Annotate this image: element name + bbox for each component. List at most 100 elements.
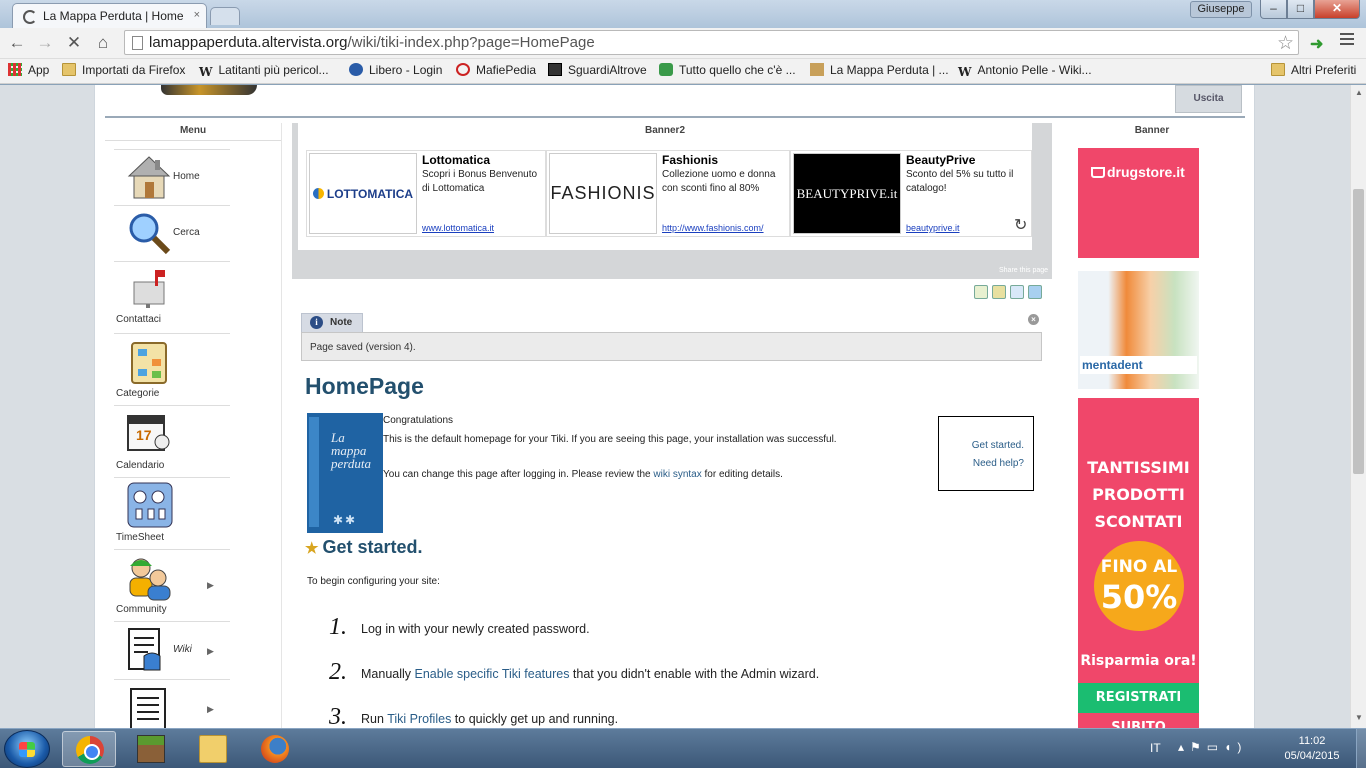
need-help-link[interactable]: Need help?	[939, 455, 1024, 473]
menu-item-timesheet[interactable]: TimeSheet	[114, 477, 230, 549]
get-started-link[interactable]: Get started.	[939, 437, 1024, 455]
stop-button[interactable]: ✕	[63, 32, 85, 54]
tiki-profiles-link[interactable]: Tiki Profiles	[387, 712, 451, 726]
page-scrollbar[interactable]: ▲ ▼	[1350, 85, 1366, 728]
bookmark-tutto-quello[interactable]: Tutto quello che c'è ...	[659, 63, 796, 77]
chrome-menu-icon[interactable]	[1340, 33, 1354, 45]
ad-title[interactable]: Lottomatica	[422, 153, 490, 167]
mentadent-label: mentadent	[1080, 356, 1197, 374]
ad-lottomatica[interactable]: LOTTOMATICA Lottomatica Scopri i Bonus B…	[306, 150, 546, 237]
bookmark-star-icon[interactable]: ☆	[1277, 32, 1294, 55]
tab-la-mappa-perduta[interactable]: La Mappa Perduta | Home ×	[12, 3, 207, 28]
promo-cta[interactable]: Risparmia ora!	[1078, 653, 1199, 669]
beautyprive-logo[interactable]: BEAUTYPRIVE.it	[793, 153, 901, 234]
bookmark-altri-preferiti[interactable]: Altri Preferiti	[1271, 63, 1356, 77]
back-button[interactable]: ←	[6, 32, 28, 54]
menu-item-wiki[interactable]: Wiki ▶	[114, 621, 230, 679]
site-logo[interactable]	[161, 85, 257, 95]
drugstore-ad[interactable]: drugstore.it	[1078, 148, 1199, 258]
profile-badge[interactable]: Giuseppe	[1190, 1, 1252, 18]
menu-item-contattaci[interactable]: Contattaci	[114, 261, 230, 333]
submenu-arrow-icon[interactable]: ▶	[207, 646, 214, 657]
extension-icon[interactable]: ➜	[1310, 34, 1323, 54]
share-page-link[interactable]: Share this page	[999, 267, 1048, 274]
home-button[interactable]: ⌂	[92, 32, 114, 54]
menu-item-community[interactable]: Community ▶	[114, 549, 230, 621]
menu-item-calendario[interactable]: 17 Calendario	[114, 405, 230, 477]
promo-headline: TANTISSIMI PRODOTTI SCONTATI	[1087, 458, 1190, 531]
minimize-button[interactable]: –	[1260, 0, 1287, 19]
tab-close-icon[interactable]: ×	[194, 9, 200, 21]
print-icon[interactable]	[1028, 285, 1042, 299]
tray-icons[interactable]: ▴⚑▭◖)	[1178, 740, 1247, 754]
new-tab-button[interactable]	[210, 7, 240, 25]
submenu-arrow-icon[interactable]: ▶	[207, 580, 214, 591]
ad-title[interactable]: Fashionis	[662, 153, 718, 167]
taskbar-chrome[interactable]	[62, 731, 116, 767]
structure-icon[interactable]	[992, 285, 1006, 299]
bookmark-la-mappa-perduta[interactable]: La Mappa Perduta | ...	[810, 63, 949, 77]
taskbar-minecraft[interactable]	[124, 731, 178, 767]
ad-link[interactable]: http://www.fashionis.com/	[662, 223, 764, 233]
fashionis-logo[interactable]: FASHIONIS	[549, 153, 657, 234]
menu-item-categorie[interactable]: Categorie	[114, 333, 230, 405]
lottomatica-logo[interactable]: LOTTOMATICA	[309, 153, 417, 234]
timesheet-icon	[127, 482, 173, 528]
enable-features-link[interactable]: Enable specific Tiki features	[415, 667, 570, 681]
edit-icon[interactable]	[974, 285, 988, 299]
loading-spinner-icon	[23, 10, 37, 24]
chrome-icon	[76, 736, 104, 764]
bookmark-antonio-pelle[interactable]: W Antonio Pelle - Wiki...	[958, 63, 1092, 79]
address-bar[interactable]: lamappaperduta.altervista.org/wiki/tiki-…	[124, 30, 1299, 55]
mailbox-icon	[133, 270, 165, 308]
promo-ad[interactable]: TANTISSIMI PRODOTTI SCONTATI FINO AL 50%…	[1078, 398, 1199, 728]
wiki-syntax-link[interactable]: wiki syntax	[653, 469, 701, 480]
refresh-icon[interactable]: ↻	[1014, 215, 1027, 235]
ad-description: Collezione uomo e donna con sconti fino …	[662, 169, 776, 194]
maximize-button[interactable]: □	[1287, 0, 1314, 19]
system-clock[interactable]: 11:02 05/04/2015	[1283, 734, 1341, 764]
ad-link[interactable]: www.lottomatica.it	[422, 223, 494, 233]
submenu-arrow-icon[interactable]: ▶	[207, 704, 214, 715]
bookmarks-bar: App Importati da Firefox W Latitanti più …	[0, 59, 1366, 84]
mafiepedia-icon	[456, 63, 470, 76]
banner2-title: Banner2	[644, 125, 685, 136]
taskbar-firefox[interactable]	[248, 731, 302, 767]
menu-item-cerca[interactable]: Cerca	[114, 205, 230, 261]
url-domain: lamappaperduta.altervista.org	[149, 34, 348, 51]
bookmark-libero[interactable]: Libero - Login	[349, 63, 442, 77]
bookmark-mafiepedia[interactable]: MafiePedia	[456, 63, 536, 77]
menu-item-home[interactable]: Home	[114, 149, 230, 205]
start-button[interactable]	[4, 730, 50, 768]
scroll-down-icon[interactable]: ▼	[1355, 713, 1363, 722]
document-list-icon	[130, 688, 166, 728]
close-note-icon[interactable]: ×	[1028, 314, 1039, 325]
menu-item-documents[interactable]: ▶	[114, 679, 230, 728]
register-button[interactable]: REGISTRATI SUBITO	[1078, 683, 1199, 728]
ad-beautyprive[interactable]: BEAUTYPRIVE.it BeautyPrive Sconto del 5%…	[790, 150, 1032, 237]
show-desktop-button[interactable]	[1356, 729, 1366, 768]
wikipedia-icon: W	[958, 65, 972, 79]
products-ad[interactable]: mentadent	[1078, 271, 1199, 389]
bookmark-app[interactable]: App	[8, 63, 49, 77]
ad-description: Sconto del 5% su tutto il catalogo!	[906, 169, 1014, 194]
taskbar-explorer[interactable]	[186, 731, 240, 767]
forward-button[interactable]: →	[34, 32, 56, 54]
calendar-icon: 17	[127, 415, 170, 451]
scroll-up-icon[interactable]: ▲	[1355, 88, 1363, 97]
url-text[interactable]: lamappaperduta.altervista.org/wiki/tiki-…	[149, 34, 595, 51]
map-icon	[810, 63, 824, 76]
ad-fashionis[interactable]: FASHIONIS Fashionis Collezione uomo e do…	[546, 150, 790, 237]
close-window-button[interactable]: ✕	[1314, 0, 1360, 19]
logout-button[interactable]: Uscita	[1175, 85, 1242, 113]
language-indicator[interactable]: IT	[1150, 741, 1161, 755]
intro-line-2: You can change this page after logging i…	[383, 469, 783, 480]
pdf-icon[interactable]	[1010, 285, 1024, 299]
bookmark-latitanti[interactable]: W Latitanti più pericol...	[199, 63, 329, 79]
ad-title[interactable]: BeautyPrive	[906, 153, 975, 167]
scrollbar-thumb[interactable]	[1353, 189, 1364, 474]
bookmark-sguardialtrove[interactable]: SguardiAltrove	[548, 63, 647, 77]
ad-link[interactable]: beautyprive.it	[906, 223, 960, 233]
bookmark-importati-firefox[interactable]: Importati da Firefox	[62, 63, 185, 77]
web-page: Uscita Menu Home Cerca Contattaci Catego…	[0, 85, 1350, 728]
